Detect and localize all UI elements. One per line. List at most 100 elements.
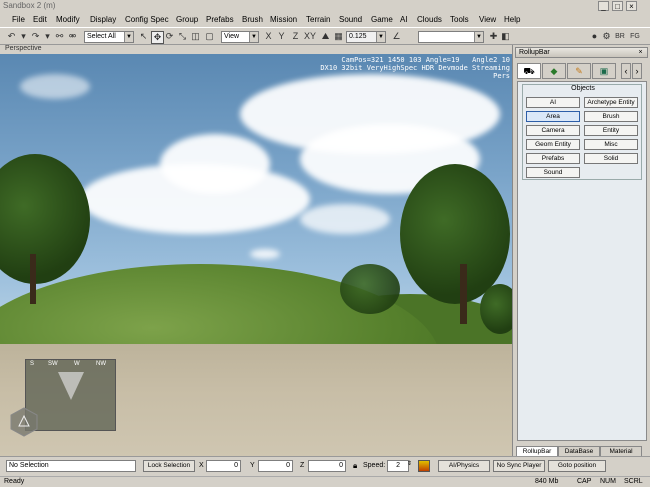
fg-icon[interactable]: FG bbox=[629, 31, 641, 42]
menu-game[interactable]: Game bbox=[371, 15, 393, 24]
tab-terrain[interactable]: ◆ bbox=[542, 63, 566, 79]
z-coordinate-input[interactable]: 0 bbox=[308, 460, 346, 472]
camera-position-text: CamPos=321 1450 103 Angle=19 Angle2 10 bbox=[341, 56, 510, 64]
object-button-sound[interactable]: Sound bbox=[526, 167, 580, 178]
menu-edit[interactable]: Edit bbox=[33, 15, 47, 24]
title-bar: Sandbox 2 (m) _ □ × bbox=[0, 0, 650, 13]
axis-xy-icon[interactable]: XY bbox=[303, 31, 317, 42]
create-icon: ⛟ bbox=[523, 66, 535, 76]
menu-sound[interactable]: Sound bbox=[339, 15, 362, 24]
terrain-follow-icon[interactable]: ⛰ bbox=[320, 31, 331, 42]
axis-z-icon[interactable]: Z bbox=[290, 31, 301, 42]
menu-help[interactable]: Help bbox=[504, 15, 520, 24]
maximize-button[interactable]: □ bbox=[612, 1, 623, 11]
viewport-label[interactable]: Perspective bbox=[5, 45, 42, 52]
camera-info-overlay: CamPos=321 1450 103 Angle=19 Angle2 10 D… bbox=[220, 56, 510, 80]
grid-snap-combo[interactable]: 0.125 ▼ bbox=[346, 31, 386, 43]
axis-x-icon[interactable]: X bbox=[263, 31, 274, 42]
sphere-icon[interactable]: ● bbox=[589, 31, 600, 42]
tab-create[interactable]: ⛟ bbox=[517, 63, 541, 79]
select-icon[interactable]: ↖ bbox=[138, 31, 149, 42]
object-button-area[interactable]: Area bbox=[526, 111, 580, 122]
object-button-misc[interactable]: Misc bbox=[584, 139, 638, 150]
tab-scroll-right[interactable]: › bbox=[632, 63, 642, 79]
menu-clouds[interactable]: Clouds bbox=[417, 15, 442, 24]
material-icon[interactable]: ◧ bbox=[500, 31, 511, 42]
object-button-brush[interactable]: Brush bbox=[584, 111, 638, 122]
gear-icon[interactable]: ⚙ bbox=[601, 31, 612, 42]
perspective-viewport[interactable]: CamPos=321 1450 103 Angle=19 Angle2 10 D… bbox=[0, 54, 512, 456]
menu-terrain[interactable]: Terrain bbox=[306, 15, 330, 24]
object-button-camera[interactable]: Camera bbox=[526, 125, 580, 136]
grid-snap-value: 0.125 bbox=[349, 33, 367, 40]
menu-view[interactable]: View bbox=[479, 15, 496, 24]
axis-y-icon[interactable]: Y bbox=[276, 31, 287, 42]
rollup-bar-panel: RollupBar × ⛟ ◆ ✎ ▣ ‹ › Objects AI Arche… bbox=[512, 45, 650, 457]
tree-mid bbox=[340, 264, 400, 314]
tree-edge bbox=[480, 284, 512, 334]
close-button[interactable]: × bbox=[626, 1, 637, 11]
link-icon[interactable]: ⚯ bbox=[54, 31, 65, 42]
snap-to-objects-icon[interactable]: ▦ bbox=[333, 31, 344, 42]
undo-dropdown-icon[interactable]: ▾ bbox=[18, 31, 29, 42]
tab-display[interactable]: ▣ bbox=[592, 63, 616, 79]
menu-tools[interactable]: Tools bbox=[450, 15, 469, 24]
select-box-icon[interactable]: ▢ bbox=[204, 31, 215, 42]
navigation-gizmo-icon[interactable] bbox=[8, 406, 40, 438]
objects-group-title: Objects bbox=[571, 85, 595, 92]
menu-mission[interactable]: Mission bbox=[270, 15, 297, 24]
object-button-geom-entity[interactable]: Geom Entity bbox=[526, 139, 580, 150]
rotate-icon[interactable]: ⟳ bbox=[164, 31, 175, 42]
menu-ai[interactable]: AI bbox=[400, 15, 408, 24]
br-icon[interactable]: BR bbox=[614, 31, 626, 42]
tab-scroll-left[interactable]: ‹ bbox=[621, 63, 631, 79]
menu-display[interactable]: Display bbox=[90, 15, 116, 24]
speed-input[interactable]: 2 bbox=[387, 460, 409, 472]
select-terrain-icon[interactable]: ◫ bbox=[190, 31, 201, 42]
layer-combo[interactable]: ▼ bbox=[418, 31, 484, 43]
chevron-down-icon: ▼ bbox=[124, 32, 133, 42]
y-label: Y bbox=[250, 462, 255, 469]
menu-brush[interactable]: Brush bbox=[242, 15, 263, 24]
object-button-entity[interactable]: Entity bbox=[584, 125, 638, 136]
viewport-mode-text: Pers bbox=[493, 72, 510, 80]
minimize-button[interactable]: _ bbox=[598, 1, 609, 11]
speed-spinner-icon[interactable]: ⇕ bbox=[407, 460, 412, 467]
undo-icon[interactable]: ↶ bbox=[6, 31, 17, 42]
object-button-solid[interactable]: Solid bbox=[584, 153, 638, 164]
scale-icon[interactable]: ⤡ bbox=[177, 31, 188, 42]
menu-group[interactable]: Group bbox=[176, 15, 198, 24]
menu-config-spec[interactable]: Config Spec bbox=[125, 15, 169, 24]
cloud bbox=[20, 74, 90, 99]
object-button-archetype-entity[interactable]: Archetype Entity bbox=[584, 97, 638, 108]
compass-label-nw: NW bbox=[96, 361, 106, 367]
close-icon[interactable]: × bbox=[636, 48, 645, 57]
y-coordinate-input[interactable]: 0 bbox=[258, 460, 293, 472]
unlink-icon[interactable]: ⚮ bbox=[67, 31, 78, 42]
menu-file[interactable]: File bbox=[12, 15, 25, 24]
bookmark-icon[interactable]: ✚ bbox=[488, 31, 499, 42]
lock-icon[interactable]: 🔒︎ bbox=[353, 461, 357, 471]
coordinate-system-combo[interactable]: View ▼ bbox=[221, 31, 259, 43]
object-button-prefabs[interactable]: Prefabs bbox=[526, 153, 580, 164]
redo-icon[interactable]: ↷ bbox=[30, 31, 41, 42]
no-sync-player-button[interactable]: No Sync Player bbox=[493, 460, 545, 472]
redo-dropdown-icon[interactable]: ▾ bbox=[42, 31, 53, 42]
terrain-color-icon[interactable] bbox=[418, 460, 430, 472]
tab-modify[interactable]: ✎ bbox=[567, 63, 591, 79]
ai-physics-button[interactable]: AI/Physics bbox=[438, 460, 490, 472]
move-icon[interactable]: ✥ bbox=[151, 31, 164, 44]
selection-filter-combo[interactable]: Select All ▼ bbox=[84, 31, 134, 43]
x-coordinate-input[interactable]: 0 bbox=[206, 460, 241, 472]
menu-prefabs[interactable]: Prefabs bbox=[206, 15, 234, 24]
angle-snap-icon[interactable]: ∠ bbox=[391, 31, 402, 42]
tree-trunk bbox=[460, 264, 467, 324]
menu-modify[interactable]: Modify bbox=[56, 15, 80, 24]
object-button-ai[interactable]: AI bbox=[526, 97, 580, 108]
main-toolbar: ↶ ▾ ↷ ▾ ⚯ ⚮ Select All ▼ ↖ ✥ ⟳ ⤡ ◫ ▢ Vie… bbox=[0, 27, 650, 45]
lock-selection-button[interactable]: Lock Selection bbox=[143, 460, 195, 472]
tree-trunk bbox=[30, 254, 36, 304]
goto-position-button[interactable]: Goto position bbox=[548, 460, 606, 472]
objects-group: Objects AI Archetype Entity Area Brush C… bbox=[522, 84, 642, 180]
terrain-icon: ◆ bbox=[550, 66, 558, 76]
